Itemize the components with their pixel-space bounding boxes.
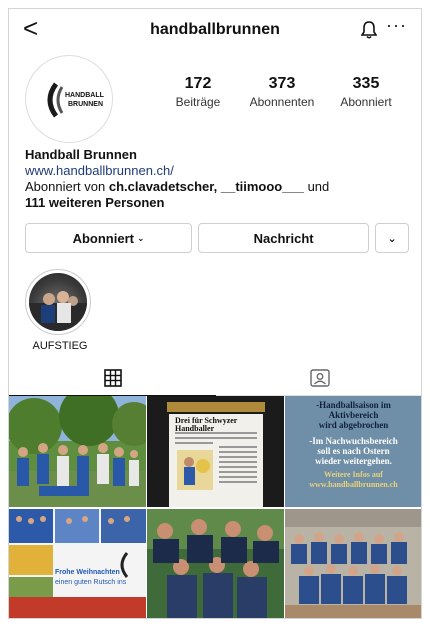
post-headline: Drei für Schwyzer Handballer (175, 416, 238, 433)
post-thumbnail[interactable]: -Handballsaison im Aktivbereich wird abg… (285, 396, 421, 507)
profile-screen: < handballbrunnen ··· HANDBALL BRUNNEN 1… (8, 8, 422, 619)
post-thumbnail[interactable]: Frohe Weihnachten einen guten Rutsch ins (9, 509, 146, 618)
stat-label: Abonnenten (249, 95, 315, 109)
post-thumbnail[interactable] (9, 396, 146, 507)
more-options-icon[interactable]: ··· (386, 15, 407, 36)
followed-users: ch.clavadetscher, __tiimooo___ (108, 179, 304, 194)
suggested-accounts-button[interactable]: ⌄ (375, 223, 409, 253)
profile-username: handballbrunnen (150, 21, 280, 38)
post-caption: einen guten Rutsch ins (55, 579, 127, 586)
highlight-cover (29, 273, 87, 331)
profile-tabs (9, 361, 421, 396)
announcement-line: wieder weitergehen. (315, 456, 392, 466)
logo-text-brunnen: BRUNNEN (68, 101, 103, 108)
tab-tagged[interactable] (216, 361, 421, 395)
announcement-line: www.handballbrunnen.ch (309, 480, 398, 489)
post-thumbnail[interactable] (147, 509, 284, 618)
announcement-line: wird abgebrochen (318, 420, 389, 430)
grid-icon (103, 369, 122, 387)
announcement-line: -Im Nachwuchsbereich (309, 436, 398, 446)
logo-text-handball: HANDBALL (65, 92, 105, 99)
followed-more: 111 weiteren Personen (25, 195, 165, 210)
stat-label: Beiträge (175, 95, 221, 109)
post-grid: Drei für Schwyzer Handballer -Handballsa… (9, 396, 421, 618)
action-buttons: Abonniert ⌄ Nachricht ⌄ (25, 223, 409, 253)
followed-prefix: Abonniert von (25, 179, 109, 194)
stat-label: Abonniert (340, 95, 392, 109)
website-link[interactable]: www.handballbrunnen.ch/ (25, 163, 415, 179)
stat-posts[interactable]: 172 Beiträge (157, 75, 239, 109)
highlight-label: AUFSTIEG (32, 340, 88, 352)
stat-following[interactable]: 335 Abonniert (325, 75, 407, 109)
announcement-line: -Handballsaison im (316, 400, 391, 410)
post-thumbnail[interactable]: Drei für Schwyzer Handballer (147, 396, 284, 507)
post-caption: Frohe Weihnachten (55, 569, 120, 576)
chevron-down-icon: ⌄ (136, 232, 145, 243)
followed-and: und (303, 179, 330, 194)
tagged-person-icon (309, 369, 330, 387)
profile-stats: 172 Beiträge 373 Abonnenten 335 Abonnier… (157, 75, 407, 109)
stat-value: 373 (268, 75, 296, 92)
announcement-line: Weitere Infos auf (324, 470, 383, 479)
chevron-down-icon: ⌄ (387, 232, 397, 245)
stat-value: 172 (184, 75, 212, 92)
bell-icon[interactable] (361, 21, 377, 39)
post-thumbnail[interactable] (285, 509, 421, 618)
display-name: Handball Brunnen (25, 147, 137, 162)
story-highlight[interactable] (25, 269, 91, 335)
club-logo: HANDBALL BRUNNEN (47, 82, 105, 118)
following-button[interactable]: Abonniert ⌄ (25, 223, 193, 253)
top-bar: < handballbrunnen ··· (9, 9, 421, 49)
message-label: Nachricht (253, 230, 314, 246)
message-button[interactable]: Nachricht (198, 223, 370, 253)
announcement-line: Aktivbereich (328, 410, 379, 420)
stat-followers[interactable]: 373 Abonnenten (241, 75, 323, 109)
tab-grid[interactable] (9, 361, 216, 396)
following-label: Abonniert (72, 230, 134, 246)
announcement-line: soll es nach Ostern (317, 446, 390, 456)
bio: Handball Brunnen www.handballbrunnen.ch/… (25, 147, 415, 211)
followed-by-line[interactable]: Abonniert von ch.clavadetscher, __tiimoo… (25, 179, 415, 195)
avatar[interactable]: HANDBALL BRUNNEN (25, 55, 113, 143)
stat-value: 335 (352, 75, 380, 92)
